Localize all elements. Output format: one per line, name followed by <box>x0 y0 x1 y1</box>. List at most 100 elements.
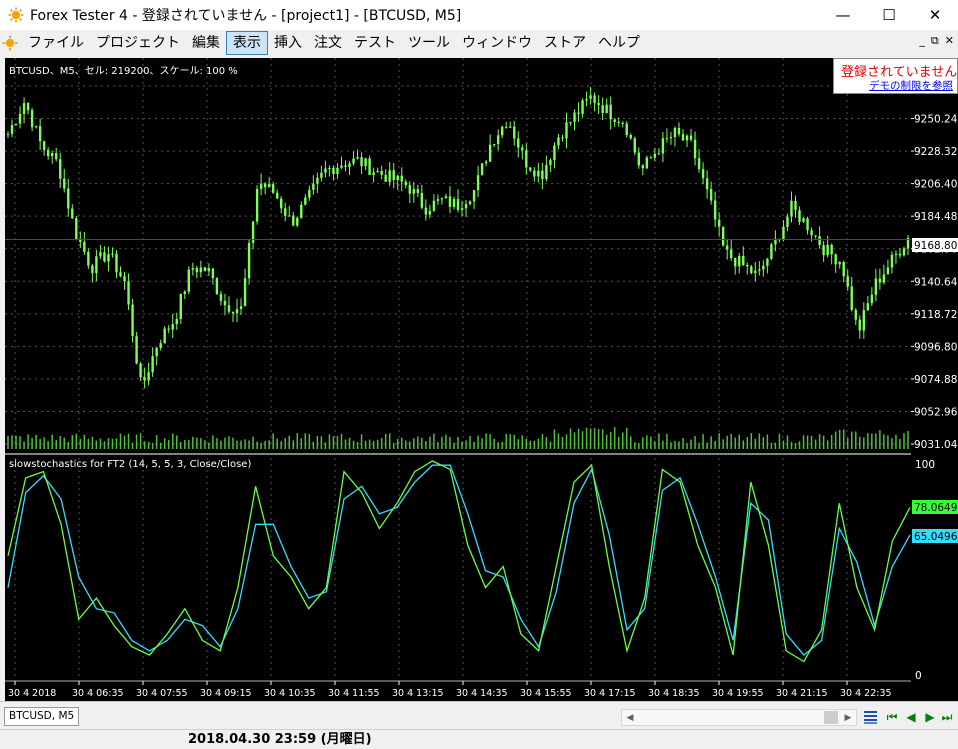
horizontal-scrollbar[interactable]: ◀ ▶ <box>621 709 857 726</box>
candle-body <box>452 199 456 207</box>
candle-body <box>902 248 906 256</box>
price-tick-label: 9250.240 <box>914 114 958 126</box>
candle-body <box>854 309 857 320</box>
candle-body <box>846 276 849 287</box>
candle-body <box>308 189 311 198</box>
candle-body <box>717 219 721 227</box>
candle-body <box>806 218 809 231</box>
candle-body <box>123 275 126 282</box>
candle-body <box>565 122 568 139</box>
candle-body <box>593 95 596 103</box>
candle-body <box>525 150 528 168</box>
candle-body <box>878 278 882 283</box>
stoch-main-value: 78.0649 <box>914 502 957 514</box>
scroll-left-arrow-icon[interactable]: ◀ <box>622 710 638 725</box>
candle-body <box>814 235 817 237</box>
candle-body <box>219 294 223 301</box>
menu-test[interactable]: テスト <box>348 31 402 55</box>
candle-body <box>886 267 890 275</box>
nav-first-icon[interactable]: ⏮ <box>885 710 899 724</box>
price-axis[interactable]: 9272.1609250.2409228.3209206.4009184.480… <box>911 58 958 701</box>
candle-body <box>231 311 235 314</box>
candle-body <box>513 126 516 139</box>
candle-body <box>697 158 701 170</box>
candle-body <box>826 244 829 256</box>
scrollbar-thumb[interactable] <box>824 711 838 724</box>
price-tick-label: 9206.400 <box>914 179 958 191</box>
scroll-right-arrow-icon[interactable]: ▶ <box>840 710 856 725</box>
chart-window[interactable]: BTCUSD、M5、セル: 219200、スケール: 100 % slowsto… <box>5 58 911 701</box>
menu-bar: ファイル プロジェクト 編集 表示 挿入 注文 テスト ツール ウィンドウ スト… <box>0 30 958 56</box>
time-tick-label: 30 4 18:35 <box>648 688 700 699</box>
candle-body <box>750 266 753 274</box>
candle-body <box>284 208 287 216</box>
candle-body <box>199 267 203 273</box>
candle-body <box>83 241 86 252</box>
candle-body <box>428 210 432 215</box>
menu-store[interactable]: ストア <box>538 31 592 55</box>
menu-edit[interactable]: 編集 <box>186 31 226 55</box>
menu-tools[interactable]: ツール <box>402 31 456 55</box>
candle-body <box>533 170 536 177</box>
candle-body <box>529 167 532 171</box>
candle-body <box>677 127 681 135</box>
candle-body <box>324 168 327 173</box>
candle-body <box>770 244 773 259</box>
candle-body <box>91 265 94 274</box>
mdi-restore-button[interactable]: ⧉ <box>931 34 939 48</box>
candle-body <box>239 306 243 310</box>
candle-body <box>758 269 761 271</box>
menu-window[interactable]: ウィンドウ <box>456 31 538 55</box>
candle-body <box>352 158 355 164</box>
maximize-button[interactable]: ☐ <box>866 0 912 30</box>
time-tick-label: 30 4 21:15 <box>776 688 828 699</box>
candle-body <box>267 184 271 188</box>
candle-body <box>858 319 861 331</box>
candle-body <box>155 347 158 357</box>
menu-view[interactable]: 表示 <box>226 31 268 55</box>
chart-list-icon[interactable] <box>863 709 879 725</box>
menu-project[interactable]: プロジェクト <box>90 31 186 55</box>
candle-body <box>709 189 713 201</box>
candle-body <box>171 324 174 330</box>
candle-body <box>235 309 239 314</box>
candle-body <box>183 291 186 294</box>
candle-body <box>766 258 769 266</box>
candle-body <box>798 210 801 222</box>
candle-body <box>894 253 898 255</box>
forex-tester-sun-icon[interactable] <box>2 35 18 51</box>
candle-body <box>633 138 636 153</box>
candle-body <box>179 293 182 320</box>
mdi-close-button[interactable]: ✕ <box>945 34 954 48</box>
candle-body <box>472 190 476 202</box>
nav-last-icon[interactable]: ⏭ <box>940 710 954 724</box>
candle-body <box>456 199 460 210</box>
close-button[interactable]: ✕ <box>912 0 958 30</box>
candle-body <box>320 172 323 178</box>
candle-body <box>794 200 797 211</box>
nav-next-icon[interactable]: ▶ <box>923 710 937 724</box>
menu-insert[interactable]: 挿入 <box>268 31 308 55</box>
candle-body <box>408 185 411 194</box>
window-title: Forex Tester 4 - 登録されていません - [project1] … <box>30 8 462 24</box>
nav-prev-icon[interactable]: ◀ <box>904 710 918 724</box>
candle-body <box>424 207 428 215</box>
mdi-minimize-button[interactable]: _ <box>919 34 925 48</box>
time-tick-label: 30 4 07:55 <box>136 688 188 699</box>
candle-body <box>368 158 371 176</box>
chart-canvas[interactable]: BTCUSD、M5、セル: 219200、スケール: 100 % slowsto… <box>5 58 911 701</box>
candle-body <box>537 170 540 177</box>
menu-file[interactable]: ファイル <box>22 31 90 55</box>
candle-body <box>432 200 436 211</box>
menu-order[interactable]: 注文 <box>308 31 348 55</box>
minimize-button[interactable]: — <box>820 0 866 30</box>
demo-limits-link[interactable]: デモの制限を参照 <box>869 78 953 93</box>
stoch-signal-value: 65.0496 <box>914 531 958 543</box>
time-tick-label: 30 4 22:35 <box>840 688 892 699</box>
candle-body <box>143 377 146 381</box>
chart-tab-btcusd-m5[interactable]: BTCUSD, M5 <box>4 707 80 726</box>
menu-help[interactable]: ヘルプ <box>592 31 646 55</box>
candle-body <box>488 144 492 162</box>
candle-body <box>577 112 580 114</box>
candle-body <box>38 126 42 142</box>
